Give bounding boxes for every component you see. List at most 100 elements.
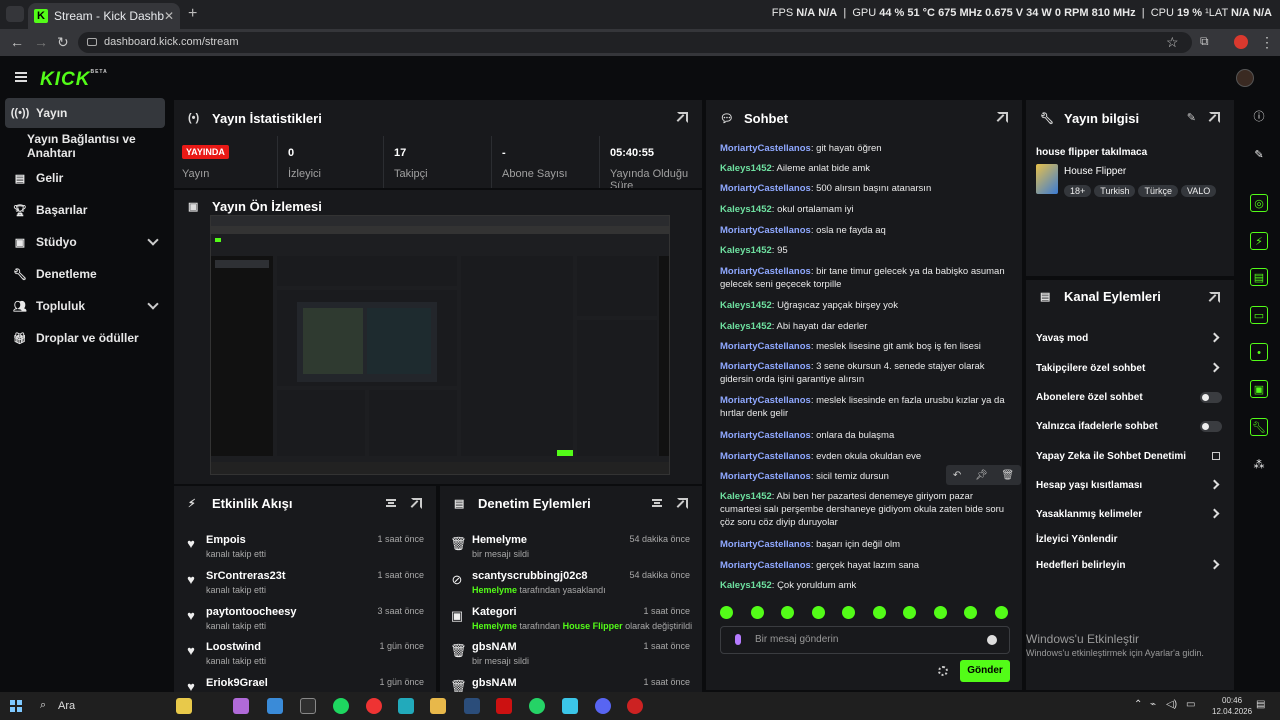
- clock[interactable]: 00:46 12.04.2026: [1212, 695, 1252, 717]
- notifications-icon[interactable]: ▤: [1256, 699, 1265, 710]
- chat-username[interactable]: MoriartyCastellanos: [720, 471, 811, 482]
- chat-message[interactable]: MoriartyCastellanos: onlara da bulaşma: [720, 429, 1008, 442]
- user-avatar[interactable]: [1236, 69, 1254, 87]
- moderation-user[interactable]: Hemelyme: [472, 534, 527, 546]
- emote-icon[interactable]: [842, 606, 856, 619]
- tray-chevron-icon[interactable]: ⌃: [1134, 699, 1142, 710]
- moderation-user[interactable]: Kategori: [472, 606, 517, 618]
- chat-username[interactable]: Kaleys1452: [720, 204, 772, 215]
- close-tab-icon[interactable]: ✕: [164, 9, 174, 23]
- toggle-switch[interactable]: [1200, 392, 1222, 403]
- reload-icon[interactable]: ↻: [57, 34, 69, 51]
- chat-message[interactable]: MoriartyCastellanos: başarı için değil o…: [720, 538, 1008, 551]
- moderation-user[interactable]: gbsNAM: [472, 677, 517, 689]
- popout-icon[interactable]: [1209, 292, 1220, 303]
- chat-username[interactable]: MoriartyCastellanos: [720, 539, 811, 550]
- tab-search-button[interactable]: [6, 6, 24, 22]
- chat-message[interactable]: MoriartyCastellanos: gerçek hayat lazım …: [720, 559, 1008, 572]
- menu-dots-icon[interactable]: ⋮: [1260, 34, 1274, 51]
- chat-message[interactable]: Kaleys1452: Abi ben her pazartesi deneme…: [720, 490, 1008, 529]
- kick-logo[interactable]: KICKBETA: [40, 69, 108, 91]
- chat-username[interactable]: MoriartyCastellanos: [720, 341, 811, 352]
- bookmark-star-icon[interactable]: ☆: [1166, 34, 1179, 51]
- action-followers-only[interactable]: Takipçilere özel sohbet: [1036, 357, 1222, 379]
- explorer-icon[interactable]: [267, 698, 283, 714]
- popout-icon[interactable]: [677, 498, 688, 509]
- chat-message[interactable]: MoriartyCastellanos: 500 alırsın başını …: [720, 182, 1008, 195]
- app-icon[interactable]: [627, 698, 643, 714]
- chat-message[interactable]: MoriartyCastellanos: meslek lisesine git…: [720, 340, 1008, 353]
- emote-icon[interactable]: [781, 606, 795, 619]
- activity-user[interactable]: paytontoocheesy: [206, 606, 296, 618]
- url-field[interactable]: dashboard.kick.com/stream: [78, 32, 1192, 53]
- sidebar-item-gelir[interactable]: ▤ Gelir: [5, 163, 165, 193]
- chat-message[interactable]: Kaleys1452: okul ortalamam iyi: [720, 203, 1008, 216]
- info-icon[interactable]: ⓘ: [1250, 108, 1268, 126]
- app-icon[interactable]: [562, 698, 578, 714]
- emote-icon[interactable]: [964, 606, 978, 619]
- moderation-user[interactable]: scantyscrubbingj02c8: [472, 570, 588, 582]
- chat-input[interactable]: Bir mesaj gönderin: [720, 626, 1010, 654]
- steam-icon[interactable]: [464, 698, 480, 714]
- wrench-icon[interactable]: 🔧︎: [1250, 418, 1268, 436]
- actions-icon[interactable]: ⁂: [1250, 456, 1268, 474]
- send-button[interactable]: Gönder: [960, 660, 1010, 682]
- network-icon[interactable]: ⌁: [1150, 699, 1156, 710]
- chat-username[interactable]: MoriartyCastellanos: [720, 451, 811, 462]
- chat-username[interactable]: MoriartyCastellanos: [720, 395, 811, 406]
- popout-icon[interactable]: [411, 498, 422, 509]
- chat-message[interactable]: Kaleys1452: Uğraşıcaz yapçak birşey yok: [720, 299, 1008, 312]
- clip-icon[interactable]: ◎: [1250, 194, 1268, 212]
- chat-username[interactable]: MoriartyCastellanos: [720, 225, 811, 236]
- microphone-icon[interactable]: [735, 634, 741, 645]
- activity-user[interactable]: SrContreras23t: [206, 570, 285, 582]
- new-tab-button[interactable]: +: [188, 5, 197, 23]
- windows-start-icon[interactable]: [10, 700, 22, 712]
- action-ai-moderation[interactable]: Yapay Zeka ile Sohbet Denetimi: [1036, 445, 1222, 467]
- hamburger-menu-icon[interactable]: [15, 72, 27, 82]
- chat-username[interactable]: MoriartyCastellanos: [720, 430, 811, 441]
- chat-username[interactable]: Kaleys1452: [720, 300, 772, 311]
- toggle-switch[interactable]: [1200, 421, 1222, 432]
- extensions-icon[interactable]: ⧉: [1200, 34, 1209, 49]
- reply-icon[interactable]: ↶: [953, 470, 961, 481]
- chat-message[interactable]: MoriartyCastellanos: osla ne fayda aq: [720, 224, 1008, 237]
- emoji-picker-icon[interactable]: [987, 635, 997, 645]
- profile-avatar[interactable]: [1234, 35, 1248, 49]
- whatsapp-icon[interactable]: [529, 698, 545, 714]
- spotify-icon[interactable]: [333, 698, 349, 714]
- chrome-icon[interactable]: [366, 698, 382, 714]
- delete-icon[interactable]: 🗑︎: [1001, 470, 1014, 481]
- folder-icon[interactable]: [430, 698, 446, 714]
- chat-message[interactable]: MoriartyCastellanos: bir tane timur gele…: [720, 265, 1008, 291]
- chat-message[interactable]: Kaleys1452: Abi hayatı dar ederler: [720, 320, 1008, 333]
- broadcast-icon[interactable]: •: [1250, 343, 1268, 361]
- action-set-goals[interactable]: Hedefleri belirleyin: [1036, 554, 1222, 576]
- emote-icon[interactable]: [720, 606, 733, 619]
- chat-username[interactable]: Kaleys1452: [720, 321, 772, 332]
- edit-icon[interactable]: ✎: [1250, 146, 1268, 164]
- discord-icon[interactable]: [595, 698, 611, 714]
- volume-icon[interactable]: ◁): [1166, 699, 1177, 710]
- document-icon[interactable]: ▤: [1250, 268, 1268, 286]
- chat-message[interactable]: Kaleys1452: Aileme anlat bide amk: [720, 162, 1008, 175]
- chat-username[interactable]: Kaleys1452: [720, 163, 772, 174]
- app-icon[interactable]: [300, 698, 316, 714]
- browser-tab[interactable]: K Stream - Kick Dashboard ✕: [28, 3, 180, 29]
- lightning-icon[interactable]: ⚡︎: [1250, 232, 1268, 250]
- pin-icon[interactable]: 📌︎: [975, 470, 988, 481]
- chat-message[interactable]: MoriartyCastellanos: git hayatı öğren: [720, 142, 1008, 155]
- popout-icon[interactable]: [1209, 112, 1220, 123]
- chat-username[interactable]: MoriartyCastellanos: [720, 361, 811, 372]
- sidebar-item-basarilar[interactable]: 🏆︎ Başarılar: [5, 195, 165, 225]
- chat-username[interactable]: MoriartyCastellanos: [720, 560, 811, 571]
- chat-username[interactable]: Kaleys1452: [720, 580, 772, 591]
- back-icon[interactable]: ←: [10, 34, 24, 50]
- sidebar-item-yayin[interactable]: ((•)) Yayın: [5, 98, 165, 128]
- battery-icon[interactable]: ▭: [1186, 699, 1195, 710]
- activity-user[interactable]: Loostwind: [206, 641, 261, 653]
- action-slow-mode[interactable]: Yavaş mod: [1036, 327, 1222, 349]
- action-account-age[interactable]: Hesap yaşı kısıtlaması: [1036, 474, 1222, 496]
- action-host-viewers[interactable]: İzleyici Yönlendir: [1036, 528, 1222, 550]
- chat-username[interactable]: Kaleys1452: [720, 245, 772, 256]
